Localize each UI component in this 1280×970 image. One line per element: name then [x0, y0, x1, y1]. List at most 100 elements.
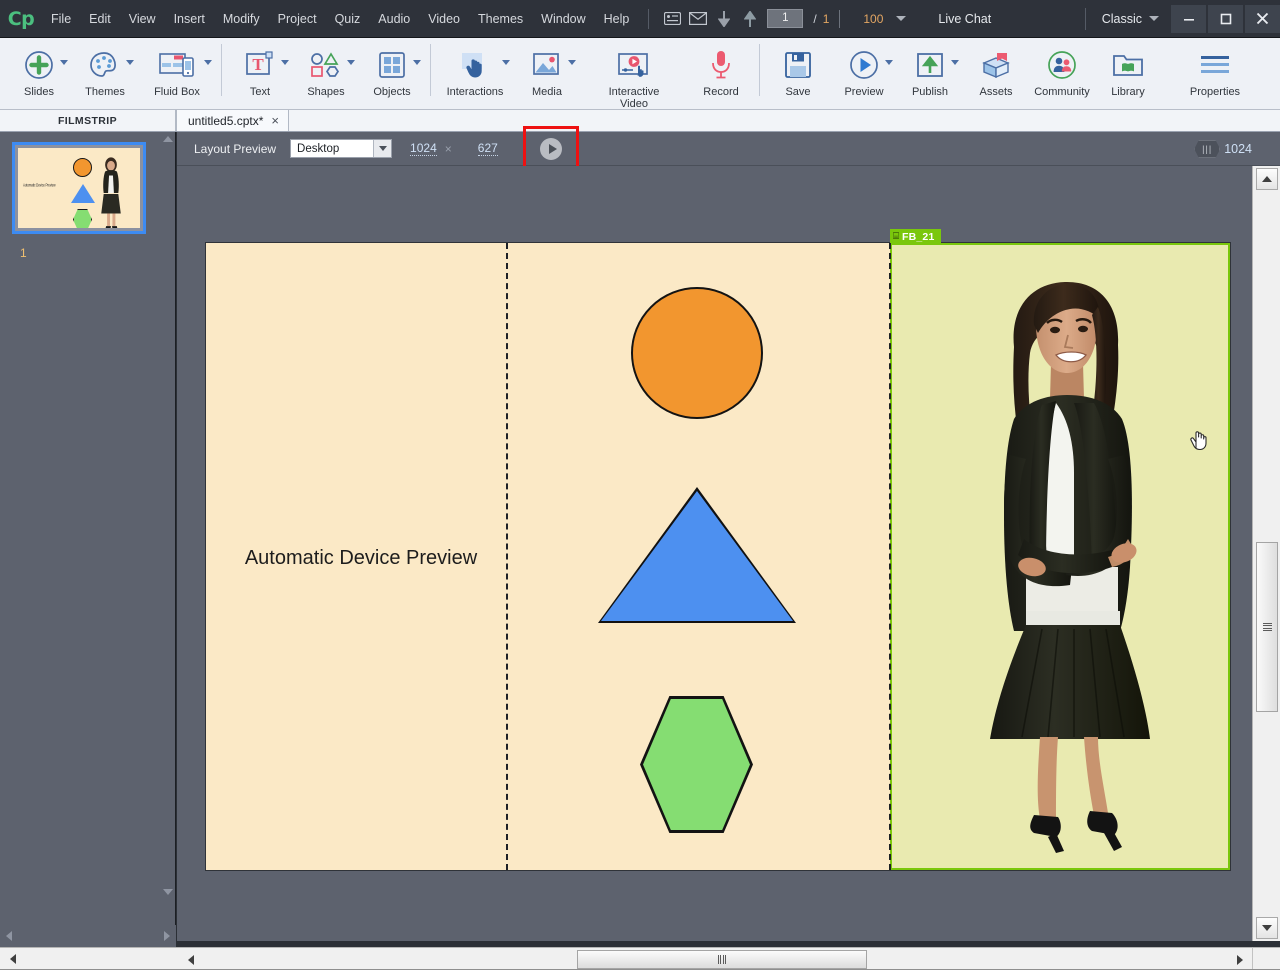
chevron-down-icon[interactable] — [413, 60, 421, 65]
scroll-right-button[interactable] — [1230, 950, 1250, 969]
chevron-down-icon[interactable] — [568, 60, 576, 65]
workspace-switcher[interactable]: Classic — [1084, 7, 1169, 30]
chevron-down-icon[interactable] — [281, 60, 289, 65]
chevron-down-icon[interactable] — [347, 60, 355, 65]
toolbar-label: Save — [785, 86, 811, 98]
scroll-down-icon[interactable] — [163, 889, 173, 895]
menu-modify[interactable]: Modify — [214, 0, 269, 38]
menu-view[interactable]: View — [120, 0, 165, 38]
triangle-shape[interactable] — [601, 491, 793, 621]
scroll-up-icon[interactable] — [163, 136, 173, 142]
close-button[interactable] — [1245, 4, 1280, 33]
slide-stage[interactable]: Automatic Device Preview ⌸ FB_21 — [205, 229, 1231, 871]
toolbar-objects[interactable]: Objects — [359, 38, 425, 110]
toolbar-label: Community — [1034, 86, 1090, 98]
chevron-down-icon[interactable] — [60, 60, 68, 65]
chevron-down-icon[interactable] — [204, 60, 212, 65]
menu-audio[interactable]: Audio — [369, 0, 419, 38]
tab-filmstrip[interactable]: FILMSTRIP — [0, 110, 176, 131]
menu-window[interactable]: Window — [532, 0, 594, 38]
media-image-icon — [532, 46, 562, 84]
preview-height-input[interactable]: 627 — [477, 141, 498, 156]
toolbar-text[interactable]: T Text — [227, 38, 293, 110]
toolbar-publish[interactable]: Publish — [897, 38, 963, 110]
hexagon-shape[interactable] — [643, 699, 750, 830]
menu-insert[interactable]: Insert — [165, 0, 214, 38]
tab-document[interactable]: untitled5.cptx* × — [176, 110, 289, 131]
toolbar-fluid-box[interactable]: Fluid Box — [138, 38, 216, 110]
canvas-area[interactable]: Automatic Device Preview ⌸ FB_21 — [177, 166, 1252, 941]
toolbar-label: Interactive Video — [608, 86, 660, 110]
chevron-down-icon[interactable] — [951, 60, 959, 65]
fluid-box-tag[interactable]: ⌸ FB_21 — [890, 229, 941, 244]
toolbar-community[interactable]: Community — [1029, 38, 1095, 110]
toolbar-slides[interactable]: Slides — [6, 38, 72, 110]
scroll-left-button[interactable] — [181, 950, 201, 969]
zoom-level[interactable]: 100 — [850, 12, 896, 26]
slide-notes-icon[interactable] — [659, 0, 685, 38]
menu-help[interactable]: Help — [595, 0, 639, 38]
chevron-down-icon[interactable] — [896, 16, 907, 21]
layout-preview-label: Layout Preview — [194, 141, 277, 156]
device-select[interactable]: Desktop — [290, 139, 393, 158]
toolbar-interactions[interactable]: Interactions — [436, 38, 514, 110]
maximize-button[interactable] — [1208, 4, 1243, 33]
chevron-down-icon[interactable] — [502, 60, 510, 65]
toolbar-record[interactable]: Record — [688, 38, 754, 110]
vertical-scroll-thumb[interactable] — [1256, 542, 1278, 712]
mail-icon[interactable] — [685, 0, 711, 38]
toolbar-label: Publish — [911, 86, 949, 98]
menu-video[interactable]: Video — [419, 0, 469, 38]
play-preview-button[interactable] — [540, 138, 562, 160]
filmstrip-slide-thumbnail[interactable]: Automatic Device Preview — [12, 142, 146, 234]
toolbar-interactive-video[interactable]: Interactive Video — [580, 38, 688, 110]
chevron-down-icon[interactable] — [885, 60, 893, 65]
resize-handle[interactable]: ||| — [1194, 140, 1221, 158]
toolbar-shapes[interactable]: Shapes — [293, 38, 359, 110]
chevron-down-icon[interactable] — [126, 60, 134, 65]
chevron-down-icon[interactable] — [373, 140, 392, 157]
ribbon-divider — [221, 44, 222, 96]
fluid-box-fb21[interactable]: ⌸ FB_21 — [890, 229, 1230, 870]
toolbar-themes[interactable]: Themes — [72, 38, 138, 110]
canvas-vertical-scrollbar[interactable] — [1252, 166, 1280, 941]
toolbar-assets[interactable]: Assets — [963, 38, 1029, 110]
stage-text-block[interactable]: Automatic Device Preview — [231, 547, 491, 570]
menu-themes[interactable]: Themes — [469, 0, 532, 38]
toolbar-preview[interactable]: Preview — [831, 38, 897, 110]
menu-bar: Cp File Edit View Insert Modify Project … — [0, 0, 1280, 38]
scroll-left-icon[interactable] — [6, 931, 12, 941]
scroll-down-button[interactable] — [1256, 917, 1278, 939]
toolbar-media[interactable]: Media — [514, 38, 580, 110]
dimension-separator: × — [444, 141, 452, 156]
close-icon[interactable]: × — [271, 114, 279, 127]
shapes-icon — [310, 46, 342, 84]
filmstrip-vertical-scrollbar[interactable] — [161, 132, 175, 925]
menubar-divider-2 — [839, 9, 841, 28]
chevron-down-icon[interactable] — [1149, 16, 1159, 21]
current-slide-input[interactable]: 1 — [767, 9, 804, 28]
canvas-horizontal-scrollbar[interactable] — [177, 947, 1280, 970]
hand-cursor-pointer — [1190, 431, 1207, 450]
filmstrip-slides: Automatic Device Preview 1 — [4, 136, 161, 925]
toolbar-library[interactable]: Library — [1095, 38, 1161, 110]
preview-width-input[interactable]: 1024 — [410, 141, 437, 156]
triangle-left-icon[interactable] — [10, 954, 16, 964]
toolbar-properties[interactable]: Properties — [1161, 38, 1269, 110]
filmstrip-tab-label: FILMSTRIP — [57, 114, 117, 127]
scroll-right-icon[interactable] — [164, 931, 170, 941]
person-image[interactable] — [952, 267, 1182, 867]
live-chat-link[interactable]: Live Chat — [938, 12, 991, 26]
minimize-button[interactable] — [1171, 4, 1206, 33]
horizontal-scroll-thumb[interactable] — [577, 950, 867, 969]
scroll-up-button[interactable] — [1256, 168, 1278, 190]
move-down-icon[interactable] — [711, 0, 737, 38]
filmstrip-horizontal-scrollbar[interactable] — [0, 925, 176, 947]
circle-shape[interactable] — [631, 287, 763, 419]
menu-file[interactable]: File — [42, 0, 80, 38]
move-up-icon[interactable] — [737, 0, 763, 38]
menu-project[interactable]: Project — [269, 0, 326, 38]
menu-quiz[interactable]: Quiz — [326, 0, 370, 38]
menu-edit[interactable]: Edit — [80, 0, 120, 38]
toolbar-save[interactable]: Save — [765, 38, 831, 110]
